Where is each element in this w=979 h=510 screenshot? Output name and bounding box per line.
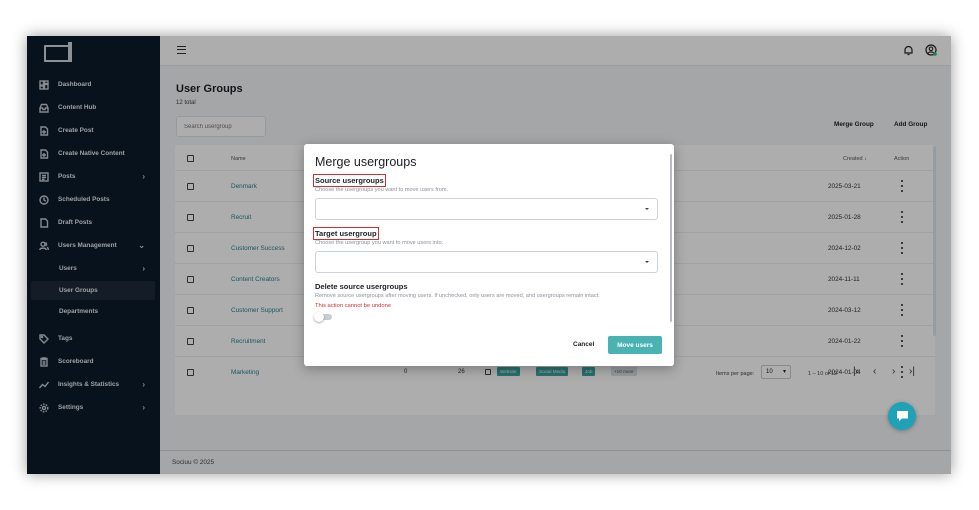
target-usergroup-hint: Choose the usergroup you want to move us… [315,240,444,246]
target-usergroup-select[interactable] [315,251,658,273]
merge-usergroups-dialog: Merge usergroups Source usergroups Choos… [304,144,674,366]
source-usergroups-select[interactable] [315,198,658,220]
chat-button[interactable] [888,402,916,430]
toggle-knob [314,312,324,322]
chat-bubble-icon [896,411,908,421]
caret-down-icon [645,261,649,263]
dialog-title: Merge usergroups [315,155,417,169]
move-users-button[interactable]: Move users [608,336,662,354]
cancel-button[interactable]: Cancel [573,341,594,348]
target-usergroup-label: Target usergroup [312,226,380,241]
caret-down-icon [645,208,649,210]
delete-source-label: Delete source usergroups [315,282,408,291]
source-usergroups-label: Source usergroups [312,173,387,188]
page-scrollbar[interactable] [933,146,936,336]
delete-source-toggle[interactable] [314,312,332,322]
dialog-scrollbar[interactable] [670,154,672,322]
app-window: Dashboard Content Hub Create Post Create… [27,36,951,474]
source-usergroups-hint: Choose the usergroups you want to move u… [315,187,449,193]
warning-text: This action cannot be undone [315,303,392,309]
delete-source-hint: Remove source usergroups after moving us… [315,293,600,299]
